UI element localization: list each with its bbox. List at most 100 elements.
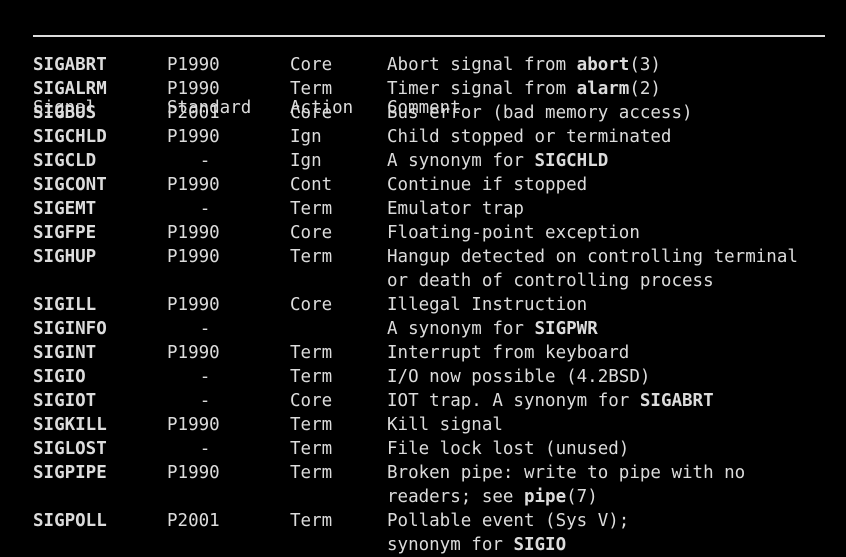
signal-standard: P1990 <box>167 247 220 267</box>
table-row: SIGIO - Term I/O now possible (4.2BSD) <box>0 365 846 389</box>
signal-comment-continuation: synonym for SIGIO <box>387 533 566 557</box>
signal-name: SIGIOT <box>33 391 97 411</box>
signal-name: SIGINT <box>33 343 97 363</box>
signal-standard: P1990 <box>167 295 220 315</box>
signal-action: Core <box>290 223 333 243</box>
table-row: SIGCHLD P1990 Ign Child stopped or terminat… <box>0 125 846 149</box>
signal-action: Term <box>290 463 333 483</box>
table-row: SIGPOLL P2001 Term Pollable event (Sys V); <box>0 509 846 533</box>
man-page-signal-table: Signal Standard Action Comment SIGABRT P1… <box>0 0 846 555</box>
signal-standard: - <box>199 151 211 171</box>
signal-action: Core <box>290 391 333 411</box>
signal-action: Ign <box>290 151 322 171</box>
signal-name: SIGCONT <box>33 175 107 195</box>
table-row: SIGINFO - A synonym for SIGPWR <box>0 317 846 341</box>
table-row: SIGBUS P2001 Core Bus error (bad memory acc… <box>0 101 846 125</box>
signal-action: Term <box>290 199 333 219</box>
signal-action: Term <box>290 415 333 435</box>
signal-action: Core <box>290 295 333 315</box>
signal-name: SIGCHLD <box>33 127 107 147</box>
signal-comment: IOT trap. A synonym for SIGABRT <box>387 389 714 413</box>
comment-text: Bus error (bad memory access) <box>387 103 693 123</box>
signal-action: Term <box>290 343 333 363</box>
comment-emphasis: SIGIO <box>513 535 567 555</box>
signal-comment: Emulator trap <box>387 197 524 221</box>
comment-emphasis: SIGPWR <box>534 319 598 339</box>
signal-comment: Bus error (bad memory access) <box>387 101 693 125</box>
signal-name: SIGINFO <box>33 319 107 339</box>
signal-name: SIGEMT <box>33 199 97 219</box>
signal-action: Term <box>290 79 333 99</box>
signal-standard: - <box>199 199 211 219</box>
comment-emphasis: SIGABRT <box>639 391 714 411</box>
header-divider <box>33 35 825 37</box>
table-row: SIGLOST - Term File lock lost (unused) <box>0 437 846 461</box>
table-row: SIGEMT - Term Emulator trap <box>0 197 846 221</box>
comment-text: Broken pipe: write to pipe with no <box>387 463 746 483</box>
signal-name: SIGHUP <box>33 247 97 267</box>
comment-text: Kill signal <box>387 415 503 435</box>
table-row: SIGIOT - Core IOT trap. A synonym for SIGAB… <box>0 389 846 413</box>
signal-comment: Hangup detected on controlling terminal <box>387 245 798 269</box>
signal-comment: Broken pipe: write to pipe with no <box>387 461 745 485</box>
comment-text: Timer signal from <box>387 79 577 99</box>
comment-text: Interrupt from keyboard <box>387 343 630 363</box>
signal-name: SIGCLD <box>33 151 97 171</box>
signal-action: Term <box>290 367 333 387</box>
signal-standard: P2001 <box>167 511 220 531</box>
signal-comment: Floating-point exception <box>387 221 640 245</box>
table-row: SIGFPE P1990 Core Floating-point exception <box>0 221 846 245</box>
signal-standard: - <box>199 367 211 387</box>
comment-text: synonym for <box>387 535 514 555</box>
table-row-continuation: synonym for SIGIO <box>0 533 846 557</box>
signal-name: SIGLOST <box>33 439 107 459</box>
signal-comment: I/O now possible (4.2BSD) <box>387 365 650 389</box>
signal-standard: P1990 <box>167 343 220 363</box>
signal-comment-continuation: or death of controlling process <box>387 269 714 293</box>
signal-name: SIGPOLL <box>33 511 107 531</box>
signal-action: Term <box>290 439 333 459</box>
comment-text-tail: (2) <box>629 79 661 99</box>
signal-name: SIGFPE <box>33 223 97 243</box>
comment-text: Pollable event (Sys V); <box>387 511 630 531</box>
signal-comment: Abort signal from abort(3) <box>387 53 661 77</box>
comment-text: Floating-point exception <box>387 223 640 243</box>
signal-comment: Illegal Instruction <box>387 293 587 317</box>
signal-standard: P1990 <box>167 175 220 195</box>
signal-action: Term <box>290 247 333 267</box>
signal-action: Cont <box>290 175 333 195</box>
comment-text-tail: (3) <box>629 55 661 75</box>
signal-standard: P1990 <box>167 127 220 147</box>
signal-name: SIGPIPE <box>33 463 107 483</box>
comment-text: Hangup detected on controlling terminal <box>387 247 798 267</box>
signal-standard: - <box>199 319 211 339</box>
table-row: SIGKILL P1990 Term Kill signal <box>0 413 846 437</box>
comment-text: Child stopped or terminated <box>387 127 672 147</box>
comment-text: or death of controlling process <box>387 271 714 291</box>
signal-standard: P1990 <box>167 79 220 99</box>
comment-text: File lock lost (unused) <box>387 439 630 459</box>
comment-text: Illegal Instruction <box>387 295 588 315</box>
comment-text: Emulator trap <box>387 199 524 219</box>
comment-text: readers; see <box>387 487 524 507</box>
signal-comment: A synonym for SIGCHLD <box>387 149 608 173</box>
table-row: SIGALRM P1990 Term Timer signal from alarm(… <box>0 77 846 101</box>
comment-emphasis: pipe <box>523 487 567 507</box>
comment-emphasis: abort <box>576 55 630 75</box>
table-row: SIGILL P1990 Core Illegal Instruction <box>0 293 846 317</box>
table-row: SIGPIPE P1990 Term Broken pipe: write to pi… <box>0 461 846 485</box>
signal-comment-continuation: readers; see pipe(7) <box>387 485 598 509</box>
signal-name: SIGKILL <box>33 415 107 435</box>
table-row: SIGHUP P1990 Term Hangup detected on contro… <box>0 245 846 269</box>
signal-standard: P1990 <box>167 55 220 75</box>
comment-text: A synonym for <box>387 319 535 339</box>
signal-name: SIGBUS <box>33 103 97 123</box>
comment-text: Continue if stopped <box>387 175 588 195</box>
signal-standard: P1990 <box>167 223 220 243</box>
signal-standard: P1990 <box>167 463 220 483</box>
comment-emphasis: SIGCHLD <box>534 151 609 171</box>
signal-table: Signal Standard Action Comment SIGABRT P1… <box>0 0 846 555</box>
comment-text: IOT trap. A synonym for <box>387 391 640 411</box>
signal-comment: Continue if stopped <box>387 173 587 197</box>
table-row: SIGCONT P1990 Cont Continue if stopped <box>0 173 846 197</box>
